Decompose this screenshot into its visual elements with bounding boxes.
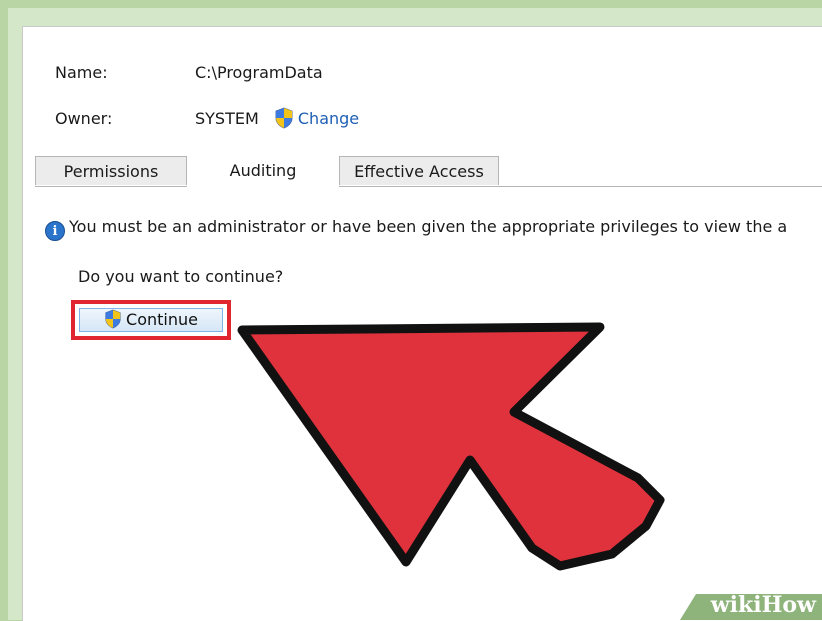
watermark-part1: wiki — [710, 592, 762, 618]
wikihow-watermark: wikiHow — [662, 586, 822, 620]
watermark-text: wikiHow — [711, 592, 816, 618]
pointer-arrow-icon — [237, 322, 665, 571]
watermark-part2: How — [761, 592, 816, 618]
